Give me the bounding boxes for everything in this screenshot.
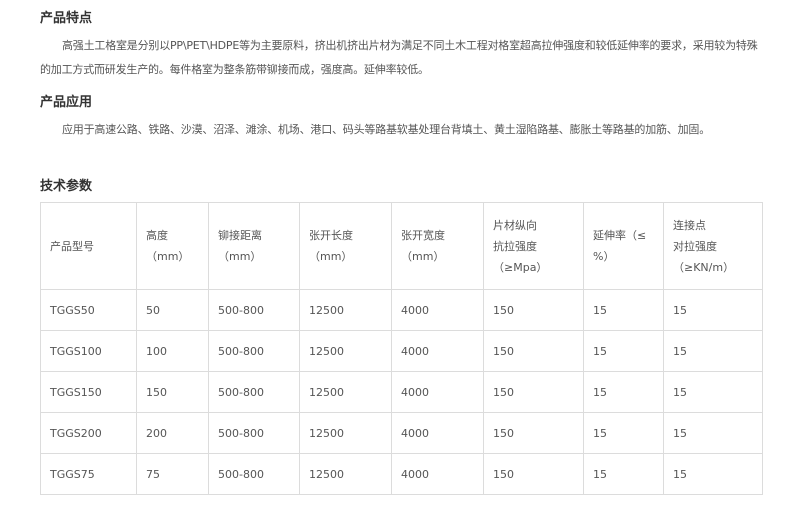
header-elongation: 延伸率（≤ %） xyxy=(583,202,664,290)
cell-open-length: 12500 xyxy=(299,371,392,413)
cell-rivet-distance: 500-800 xyxy=(208,289,300,331)
header-model: 产品型号 xyxy=(40,202,137,290)
header-joint-strength: 连接点 对拉强度 （≥KN/m） xyxy=(663,202,763,290)
table-row: TGGS100 100 500-800 12500 4000 150 15 15 xyxy=(40,330,763,372)
cell-height: 75 xyxy=(136,453,209,495)
cell-model: TGGS150 xyxy=(40,371,137,413)
header-line: 产品型号 xyxy=(50,239,94,253)
table-row: TGGS200 200 500-800 12500 4000 150 15 15 xyxy=(40,412,763,454)
header-line: 连接点 xyxy=(673,218,706,232)
cell-model: TGGS50 xyxy=(40,289,137,331)
cell-open-width: 4000 xyxy=(391,289,484,331)
header-rivet-distance: 铆接距离 （mm） xyxy=(208,202,300,290)
header-line: （≥Mpa） xyxy=(493,260,548,274)
cell-elongation: 15 xyxy=(583,289,664,331)
cell-tensile-strength: 150 xyxy=(483,330,584,372)
cell-open-length: 12500 xyxy=(299,453,392,495)
cell-tensile-strength: 150 xyxy=(483,412,584,454)
cell-joint-strength: 15 xyxy=(663,412,763,454)
cell-model: TGGS200 xyxy=(40,412,137,454)
cell-model: TGGS75 xyxy=(40,453,137,495)
header-line: 片材纵向 xyxy=(493,218,537,232)
features-paragraph: 高强土工格室是分别以PP\PET\HDPE等为主要原料，挤出机挤出片材为满足不同… xyxy=(40,39,758,76)
cell-tensile-strength: 150 xyxy=(483,453,584,495)
cell-height: 50 xyxy=(136,289,209,331)
cell-tensile-strength: 150 xyxy=(483,371,584,413)
header-line: （mm） xyxy=(146,250,190,263)
cell-elongation: 15 xyxy=(583,412,664,454)
cell-joint-strength: 15 xyxy=(663,453,763,495)
cell-open-width: 4000 xyxy=(391,371,484,413)
cell-height: 100 xyxy=(136,330,209,372)
header-line: 高度 xyxy=(146,229,168,242)
header-line: 铆接距离 xyxy=(218,229,262,242)
cell-rivet-distance: 500-800 xyxy=(208,412,300,454)
cell-joint-strength: 15 xyxy=(663,289,763,331)
cell-open-length: 12500 xyxy=(299,412,392,454)
cell-tensile-strength: 150 xyxy=(483,289,584,331)
header-line: 张开长度 xyxy=(309,229,353,242)
header-line: （mm） xyxy=(218,250,262,263)
section-title-features: 产品特点 xyxy=(40,11,93,26)
header-line: %） xyxy=(593,250,615,263)
header-line: 张开宽度 xyxy=(401,229,445,242)
header-line: 对拉强度 xyxy=(673,239,717,253)
cell-open-length: 12500 xyxy=(299,289,392,331)
header-line: （mm） xyxy=(401,250,445,263)
header-tensile-strength: 片材纵向 抗拉强度 （≥Mpa） xyxy=(483,202,584,290)
section-title-specs: 技术参数 xyxy=(40,179,93,194)
cell-joint-strength: 15 xyxy=(663,371,763,413)
table-row: TGGS50 50 500-800 12500 4000 150 15 15 xyxy=(40,289,763,331)
header-line: （≥KN/m） xyxy=(673,260,735,274)
cell-open-width: 4000 xyxy=(391,330,484,372)
table-row: TGGS150 150 500-800 12500 4000 150 15 15 xyxy=(40,371,763,413)
spec-table-header-row: 产品型号 高度 （mm） 铆接距离 （mm） 张开长度 （mm） 张开宽度 （m… xyxy=(40,202,763,290)
cell-open-width: 4000 xyxy=(391,412,484,454)
cell-open-width: 4000 xyxy=(391,453,484,495)
header-line: （mm） xyxy=(309,250,353,263)
header-open-length: 张开长度 （mm） xyxy=(299,202,392,290)
applications-paragraph: 应用于高速公路、铁路、沙漠、沼泽、滩涂、机场、港口、码头等路基软基处理台背填土、… xyxy=(62,123,710,136)
cell-model: TGGS100 xyxy=(40,330,137,372)
header-line: 抗拉强度 xyxy=(493,239,537,253)
cell-rivet-distance: 500-800 xyxy=(208,453,300,495)
cell-joint-strength: 15 xyxy=(663,330,763,372)
cell-rivet-distance: 500-800 xyxy=(208,330,300,372)
cell-elongation: 15 xyxy=(583,453,664,495)
cell-height: 150 xyxy=(136,371,209,413)
table-row: TGGS75 75 500-800 12500 4000 150 15 15 xyxy=(40,453,763,495)
spec-table: 产品型号 高度 （mm） 铆接距离 （mm） 张开长度 （mm） 张开宽度 （m… xyxy=(40,202,763,495)
section-title-applications: 产品应用 xyxy=(40,95,93,110)
cell-open-length: 12500 xyxy=(299,330,392,372)
cell-rivet-distance: 500-800 xyxy=(208,371,300,413)
header-line: 延伸率（≤ xyxy=(593,229,647,242)
cell-elongation: 15 xyxy=(583,330,664,372)
cell-height: 200 xyxy=(136,412,209,454)
cell-elongation: 15 xyxy=(583,371,664,413)
header-height: 高度 （mm） xyxy=(136,202,209,290)
header-open-width: 张开宽度 （mm） xyxy=(391,202,484,290)
